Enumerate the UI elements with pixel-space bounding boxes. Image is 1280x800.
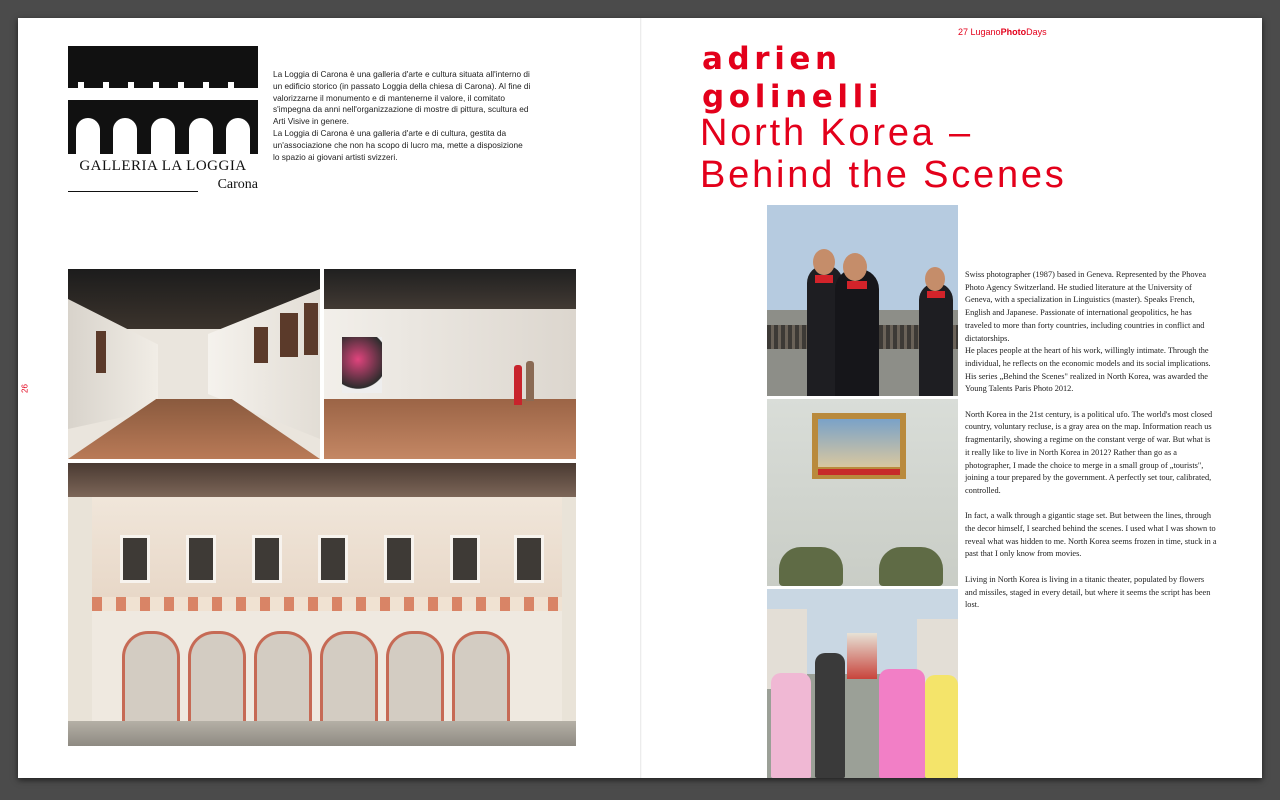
page-number-right: 27 xyxy=(958,27,969,37)
brand-lugano: Lugano xyxy=(970,27,1001,37)
magazine-spread: GALLERIA LA LOGGIA Carona La Loggia di C… xyxy=(18,18,1262,778)
north-korea-children-photo xyxy=(767,205,958,396)
loggia-facade-photo xyxy=(68,463,576,746)
brand-days: Days xyxy=(1026,27,1047,37)
brand-photo: Photo xyxy=(1000,27,1027,37)
gallery-interior-photo-2 xyxy=(324,269,576,459)
logo-name: GALLERIA LA LOGGIA xyxy=(79,158,247,174)
bio-paragraph: Swiss photographer (1987) based in Genev… xyxy=(965,270,1207,343)
bio-paragraph: North Korea in the 21st century, is a po… xyxy=(965,409,1213,495)
gallery-intro-text: La Loggia di Carona è una galleria d'art… xyxy=(273,69,531,163)
bio-paragraph: In fact, a walk through a gigantic stage… xyxy=(965,511,1217,559)
bio-paragraph: Living in North Korea is living in a tit… xyxy=(965,574,1211,610)
photographer-name: adrien golinelli xyxy=(702,40,1002,116)
logo-place: Carona xyxy=(217,177,258,192)
author-first-name: adrien xyxy=(702,41,842,77)
running-header: 27 LuganoPhotoDays xyxy=(958,27,1047,37)
page-number-left: 26 xyxy=(20,384,30,393)
page-gutter xyxy=(640,18,642,778)
title-line-1: North Korea – xyxy=(700,112,973,154)
document-viewer: GALLERIA LA LOGGIA Carona La Loggia di C… xyxy=(0,0,1280,800)
bio-paragraph: He places people at the heart of his wor… xyxy=(965,346,1211,394)
gallery-interior-photo-1 xyxy=(68,269,320,459)
galleria-la-loggia-logo: GALLERIA LA LOGGIA Carona xyxy=(68,46,258,196)
title-line-2: Behind the Scenes xyxy=(700,154,1067,196)
photographer-bio: Swiss photographer (1987) based in Genev… xyxy=(965,269,1217,625)
series-title: North Korea – Behind the Scenes xyxy=(700,112,1220,196)
north-korea-portrait-room-photo xyxy=(767,399,958,586)
intro-paragraph: La Loggia di Carona è una galleria d'art… xyxy=(273,127,523,162)
north-korea-street-photo xyxy=(767,589,958,778)
author-last-name: golinelli xyxy=(702,79,884,115)
intro-paragraph: La Loggia di Carona è una galleria d'art… xyxy=(273,69,531,127)
